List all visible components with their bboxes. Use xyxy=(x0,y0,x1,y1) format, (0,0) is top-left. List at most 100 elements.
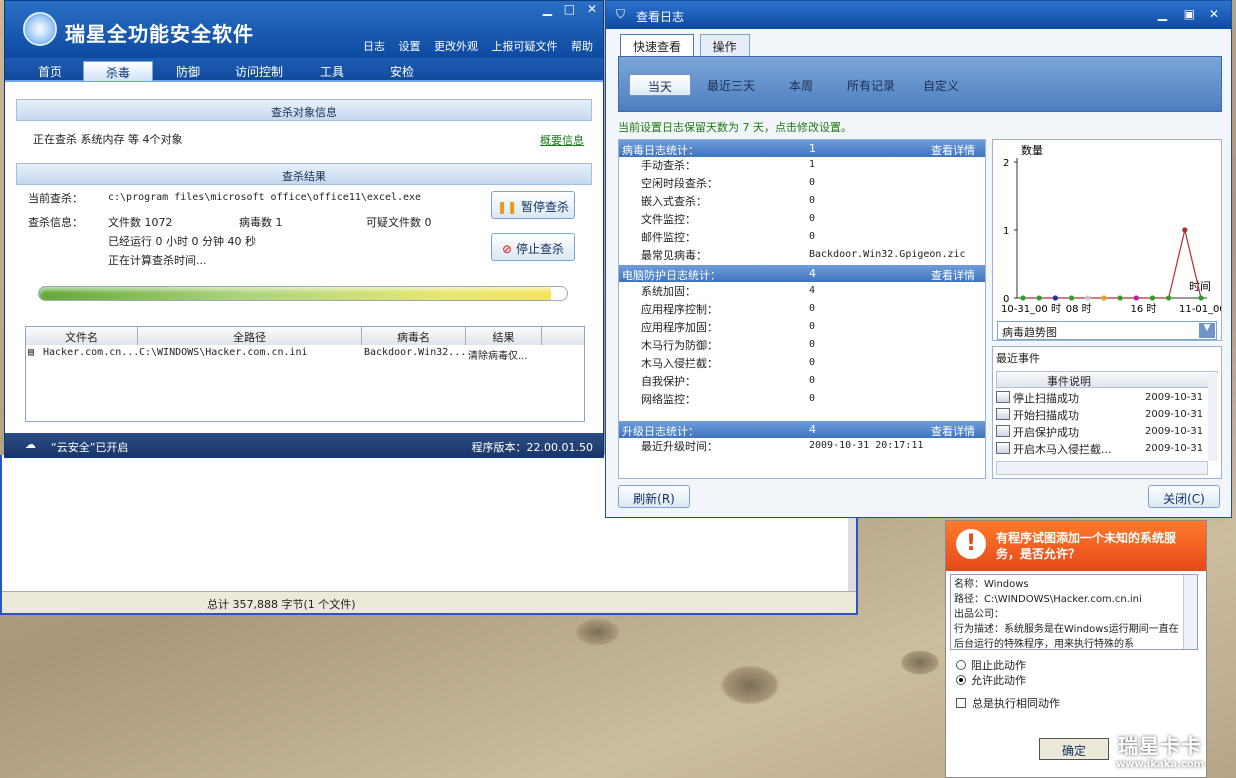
stop-scan-button[interactable]: ⊘ 停止查杀 xyxy=(491,233,575,261)
stat-label: 空闲时段查杀： xyxy=(641,177,718,190)
col-file-name[interactable]: 文件名 xyxy=(26,327,138,345)
tab-antivirus[interactable]: 杀毒 xyxy=(83,61,153,81)
row-full-path[interactable]: C:\WINDOWS\Hacker.com.cn.ini xyxy=(139,347,308,358)
col-full-path[interactable]: 全路径 xyxy=(138,327,362,345)
tab-defense[interactable]: 防御 xyxy=(153,61,223,81)
event-desc[interactable]: 开始扫描成功 xyxy=(1013,407,1079,423)
row-virus-name[interactable]: Backdoor.Win32.... xyxy=(364,347,472,358)
x-tick-label: 10-31_00 时 xyxy=(1001,303,1061,315)
pause-scan-button[interactable]: ❚❚ 暂停查杀 xyxy=(491,191,575,219)
option-allow[interactable]: 允许此动作 xyxy=(956,672,1026,688)
close-icon[interactable]: ✕ xyxy=(1209,7,1219,21)
option-allow-label: 允许此动作 xyxy=(971,674,1026,687)
col-result[interactable]: 结果 xyxy=(466,327,542,345)
filter-custom[interactable]: 自定义 xyxy=(923,74,959,96)
chart-type-select[interactable]: 病毒趋势图 ▼ xyxy=(997,321,1217,340)
chevron-down-icon[interactable]: ▼ xyxy=(1199,323,1215,338)
row-file-name[interactable]: Hacker.com.cn... xyxy=(43,347,139,358)
cloud-status: “云安全”已开启 xyxy=(51,441,129,454)
current-scan-label: 当前查杀： xyxy=(28,192,83,205)
stat-value: 0 xyxy=(809,393,816,404)
tab-quick-view[interactable]: 快速查看 xyxy=(620,34,695,56)
virus-log-detail-link[interactable]: 查看详情 xyxy=(931,142,975,158)
stat-label: 最常见病毒： xyxy=(641,249,707,262)
stat-value: 0 xyxy=(809,339,816,350)
virus-trend-chart: 数量时间01210-31_00 时08 时16 时11-01_00 时 xyxy=(992,139,1236,341)
link-settings[interactable]: 设置 xyxy=(399,40,421,53)
filter-this-week[interactable]: 本周 xyxy=(789,74,813,96)
main-tab-bar: 首页 杀毒 防御 访问控制 工具 安检 xyxy=(5,58,603,82)
log-title: 查看日志 xyxy=(636,10,685,24)
minimize-icon[interactable]: ▁ xyxy=(543,2,552,16)
summary-link[interactable]: 概要信息 xyxy=(540,132,584,148)
chart-select-value: 病毒趋势图 xyxy=(1002,326,1057,339)
option-block[interactable]: 阻止此动作 xyxy=(956,657,1026,673)
virus-count: 病毒数 1 xyxy=(239,216,283,229)
main-footer: ☁ “云安全”已开启 程序版本：22.00.01.50 xyxy=(5,433,603,457)
series-line xyxy=(1023,229,1202,299)
close-icon[interactable]: ✕ xyxy=(587,2,597,16)
tab-tools[interactable]: 工具 xyxy=(297,61,367,81)
link-skin[interactable]: 更改外观 xyxy=(434,40,478,53)
data-point xyxy=(1052,295,1058,301)
stat-label: 文件监控： xyxy=(641,213,696,226)
data-point xyxy=(1101,295,1107,301)
filter-last-three-days[interactable]: 最近三天 xyxy=(707,74,755,96)
row-result[interactable]: 清除病毒仅... xyxy=(468,347,528,362)
close-button[interactable]: 关闭(C) xyxy=(1148,485,1220,508)
upgrade-log-detail-link[interactable]: 查看详情 xyxy=(931,423,975,439)
checkbox-icon xyxy=(956,698,966,708)
virus-log-count: 1 xyxy=(809,142,816,155)
maximize-icon[interactable]: ▣ xyxy=(1184,7,1195,21)
always-label: 总是执行相同动作 xyxy=(972,697,1060,710)
tab-home[interactable]: 首页 xyxy=(15,61,85,81)
protect-log-detail-link[interactable]: 查看详情 xyxy=(931,267,975,283)
retention-info[interactable]: 当前设置日志保留天数为 7 天，点击修改设置。 xyxy=(618,119,852,135)
file-icon: ▤ xyxy=(28,347,35,358)
event-desc[interactable]: 开启木马入侵拦截... xyxy=(1013,441,1112,457)
filter-all-records[interactable]: 所有记录 xyxy=(847,74,895,96)
log-window: ⛉ 查看日志 ▁ ▣ ✕ 快速查看 操作 当天 最近三天 本周 所有记录 自定义… xyxy=(605,0,1236,518)
main-header: 瑞星全功能安全软件 ▁ □ ✕ 日志 设置 更改外观 上报可疑文件 帮助 xyxy=(5,1,603,58)
tab-security-check[interactable]: 安检 xyxy=(367,61,437,81)
data-point xyxy=(1133,295,1139,301)
col-event-desc[interactable]: 事件说明 xyxy=(1047,373,1091,389)
cloud-icon: ☁ xyxy=(25,438,36,451)
ok-button[interactable]: 确定 xyxy=(1039,738,1109,760)
event-desc[interactable]: 开启保护成功 xyxy=(1013,424,1079,440)
protect-log-section: 电脑防护日志统计： 4 查看详情 xyxy=(619,265,985,282)
rising-logo-icon xyxy=(23,12,57,46)
link-report[interactable]: 上报可疑文件 xyxy=(492,40,558,53)
stat-label: 自我保护： xyxy=(641,375,696,388)
stat-value: 1 xyxy=(809,159,816,170)
event-desc[interactable]: 停止扫描成功 xyxy=(1013,390,1079,406)
always-checkbox[interactable]: 总是执行相同动作 xyxy=(956,695,1060,711)
data-point xyxy=(1182,227,1188,233)
upgrade-log-section: 升级日志统计： 4 查看详情 xyxy=(619,421,985,438)
tab-operation[interactable]: 操作 xyxy=(699,34,750,56)
recent-events-title: 最近事件 xyxy=(996,352,1040,365)
protect-log-title: 电脑防护日志统计： xyxy=(622,269,721,282)
shield-icon: ⛉ xyxy=(616,7,626,21)
events-horizontal-scrollbar[interactable] xyxy=(996,461,1208,475)
events-vertical-scrollbar[interactable] xyxy=(1208,373,1218,461)
x-tick-label: 11-01_00 时 xyxy=(1179,303,1221,315)
pause-scan-label: 暂停查杀 xyxy=(520,200,569,214)
y-tick-label: 2 xyxy=(1003,158,1009,169)
option-block-label: 阻止此动作 xyxy=(971,659,1026,672)
link-help[interactable]: 帮助 xyxy=(571,40,593,53)
minimize-icon[interactable]: ▁ xyxy=(1158,7,1167,21)
stat-label: 邮件监控： xyxy=(641,231,696,244)
data-point xyxy=(1068,295,1075,301)
filter-today[interactable]: 当天 xyxy=(629,74,691,96)
link-log[interactable]: 日志 xyxy=(363,40,385,53)
detail-publisher: 出品公司： xyxy=(954,609,1004,620)
infected-files-table: 文件名 全路径 病毒名 结果 ▤ Hacker.com.cn... C:\WIN… xyxy=(25,326,585,422)
tab-access-control[interactable]: 访问控制 xyxy=(223,61,295,81)
maximize-icon[interactable]: □ xyxy=(564,2,575,16)
details-scrollbar[interactable] xyxy=(1183,575,1197,649)
refresh-button[interactable]: 刷新(R) xyxy=(618,485,690,508)
stat-value: 0 xyxy=(809,177,816,188)
event-date: 2009-10-31 xyxy=(1145,443,1204,454)
col-virus-name[interactable]: 病毒名 xyxy=(362,327,466,345)
